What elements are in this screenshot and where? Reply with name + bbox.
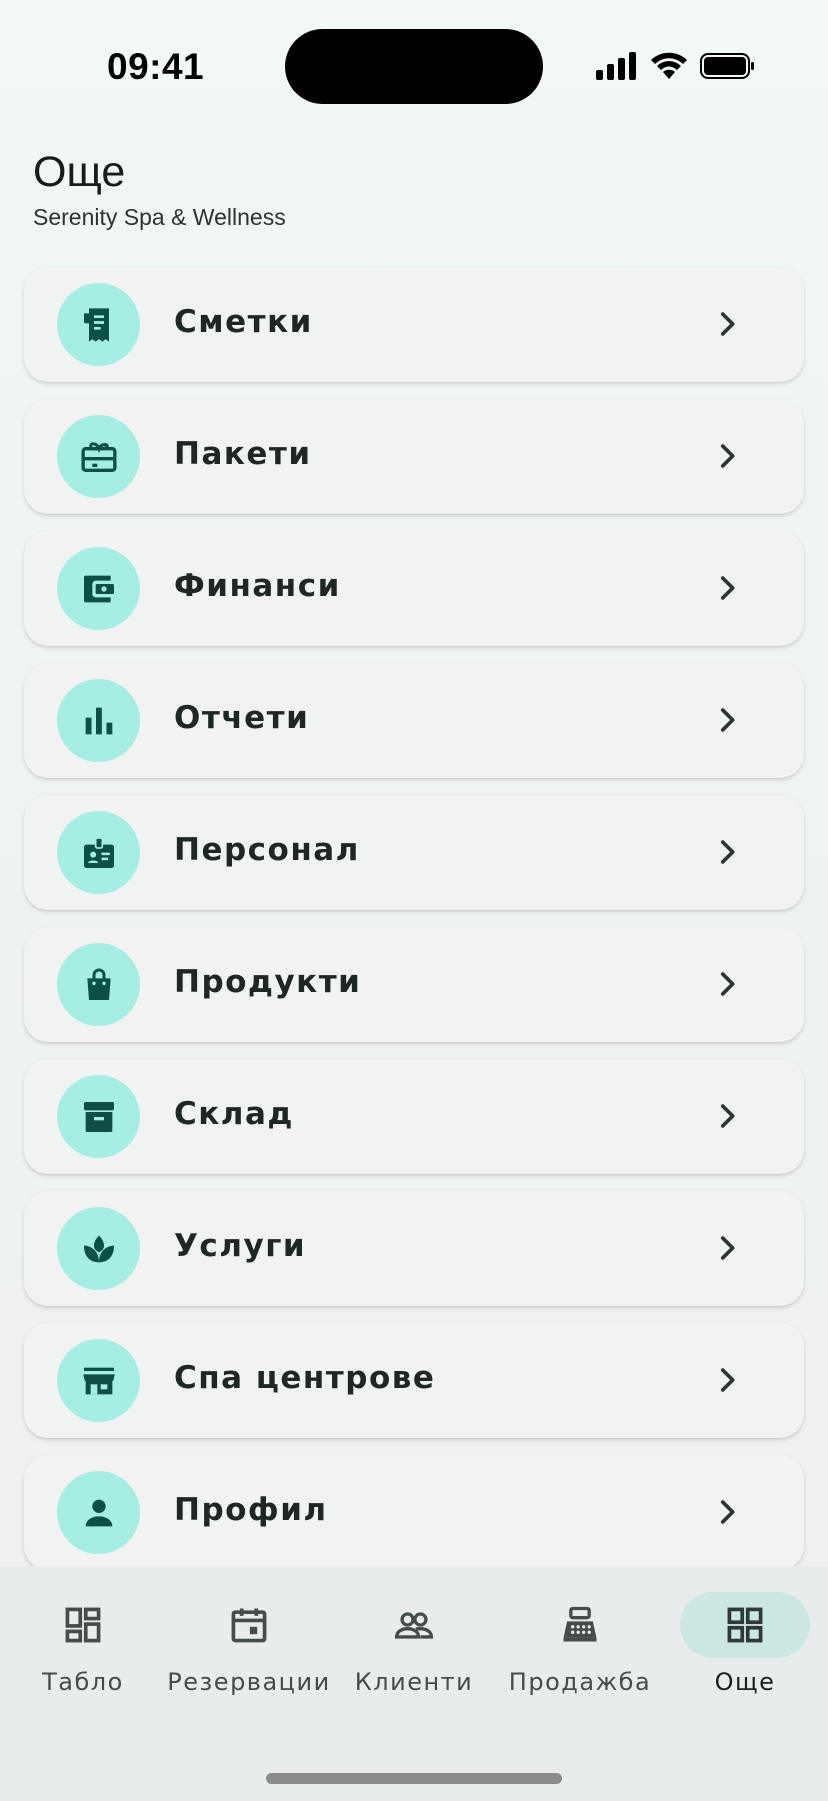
cellular-signal-icon [596,52,636,80]
wallet-icon [57,547,140,630]
menu-item-label: Финанси [174,568,341,604]
menu-item-label: Услуги [174,1228,307,1264]
badge-icon [57,811,140,894]
page-subtitle: Serenity Spa & Wellness [33,204,286,230]
menu-item-profile[interactable]: Профил [24,1455,804,1570]
nav-tab-sales[interactable]: Продажба [497,1592,663,1702]
menu-item-label: Профил [174,1492,328,1528]
status-time: 09:41 [107,46,205,87]
menu-item-spa-centers[interactable]: Спа центрове [24,1323,804,1438]
menu-item-label: Пакети [174,436,312,472]
chevron-right-icon [720,1104,735,1128]
people-icon [349,1592,479,1658]
dashboard-icon [18,1592,148,1658]
archive-box-icon [57,1075,140,1158]
menu-item-staff[interactable]: Персонал [24,795,804,910]
menu-item-label: Отчети [174,700,310,736]
menu-item-warehouse[interactable]: Склад [24,1059,804,1174]
cash-register-icon [515,1592,645,1658]
calendar-icon [184,1592,314,1658]
menu-item-label: Персонал [174,832,360,868]
menu-item-services[interactable]: Услуги [24,1191,804,1306]
grid-icon [680,1592,810,1658]
chevron-right-icon [720,708,735,732]
chevron-right-icon [720,1236,735,1260]
chevron-right-icon [720,576,735,600]
chevron-right-icon [720,840,735,864]
menu-item-label: Спа центрове [174,1360,436,1396]
bar-chart-icon [57,679,140,762]
storefront-icon [57,1339,140,1422]
nav-tab-reservations[interactable]: Резервации [166,1592,332,1702]
chevron-right-icon [720,972,735,996]
nav-label: Клиенти [354,1668,474,1696]
gift-card-icon [57,415,140,498]
menu-item-reports[interactable]: Отчети [24,663,804,778]
menu-item-label: Склад [174,1096,294,1132]
receipt-icon [57,283,140,366]
wifi-icon [651,52,687,79]
person-icon [57,1471,140,1554]
home-indicator [266,1773,562,1784]
menu-item-products[interactable]: Продукти [24,927,804,1042]
chevron-right-icon [720,1368,735,1392]
chevron-right-icon [720,444,735,468]
chevron-right-icon [720,312,735,336]
status-icons [596,52,756,80]
shopping-bag-icon [57,943,140,1026]
nav-label: Продажба [508,1668,652,1696]
battery-icon [700,53,754,79]
spa-lotus-icon [57,1207,140,1290]
more-menu-list: Сметки Пакети Финанси Отчети Персонал Пр… [24,267,804,1587]
menu-item-label: Сметки [174,304,313,340]
bottom-navigation-bar: Табло Резервации Клиенти Продажба Още [0,1566,828,1801]
nav-tab-more[interactable]: Още [662,1592,828,1702]
menu-item-finance[interactable]: Финанси [24,531,804,646]
nav-label: Табло [42,1668,124,1696]
nav-tab-dashboard[interactable]: Табло [0,1592,166,1702]
nav-label: Още [714,1668,776,1696]
chevron-right-icon [720,1500,735,1524]
page-header: Още Serenity Spa & Wellness [33,148,286,231]
nav-label: Резервации [167,1668,331,1696]
nav-tab-clients[interactable]: Клиенти [331,1592,497,1702]
menu-item-label: Продукти [174,964,362,1000]
status-bar: 09:41 [0,0,828,130]
dynamic-island [285,29,543,104]
page-title: Още [33,148,126,196]
menu-item-bills[interactable]: Сметки [24,267,804,382]
menu-item-packages[interactable]: Пакети [24,399,804,514]
